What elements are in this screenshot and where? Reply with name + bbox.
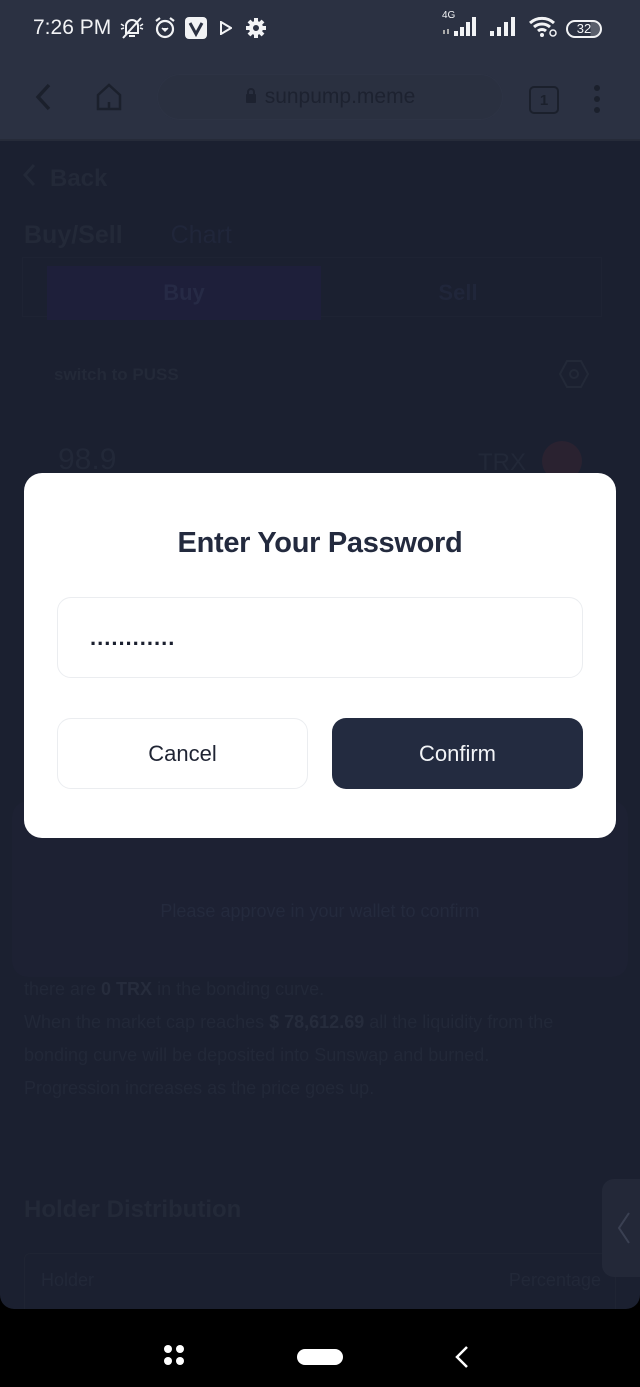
chevron-left-icon xyxy=(22,163,36,194)
browser-back-icon[interactable] xyxy=(34,82,52,117)
alarm-icon xyxy=(153,15,177,41)
slippage-settings-icon[interactable] xyxy=(558,359,590,394)
cancel-button[interactable]: Cancel xyxy=(57,718,308,789)
battery-icon: 32 xyxy=(566,19,602,38)
market-cap-target: $ 78,612.69 xyxy=(269,1012,365,1032)
network-type-label: 4G xyxy=(442,10,456,21)
back-link[interactable]: Back xyxy=(22,163,107,194)
bonding-curve-info: there are 0 TRX in the bonding curve. Wh… xyxy=(24,973,614,1105)
confirm-button[interactable]: Confirm xyxy=(332,718,583,789)
column-header-holder: Holder xyxy=(41,1270,95,1290)
signal-sim1-icon: 4G xyxy=(440,10,480,43)
system-navigation-bar xyxy=(0,1309,640,1387)
battery-level: 32 xyxy=(576,21,592,36)
home-button[interactable] xyxy=(297,1349,343,1365)
info-text: in the bonding curve. xyxy=(152,979,325,999)
amount-input[interactable]: 98.9 xyxy=(58,443,116,477)
wifi-icon xyxy=(528,14,558,43)
browser-home-icon[interactable] xyxy=(95,82,123,117)
buy-segment[interactable]: Buy xyxy=(47,266,321,320)
lock-icon xyxy=(245,85,257,109)
tab-buy-sell[interactable]: Buy/Sell xyxy=(24,221,123,250)
browser-menu-icon[interactable] xyxy=(594,85,600,113)
wallet-approval-message: Please approve in your wallet to confirm xyxy=(160,901,480,921)
tab-chart[interactable]: Chart xyxy=(171,221,232,250)
system-back-icon[interactable] xyxy=(454,1345,470,1374)
password-dialog: Enter Your Password Cancel Confirm xyxy=(24,473,616,838)
signal-sim2-icon xyxy=(488,14,520,43)
switch-token-link[interactable]: switch to PUSS xyxy=(54,365,179,385)
settings-gear-icon xyxy=(245,15,267,41)
info-text: Progression increases as the price goes … xyxy=(24,1078,375,1098)
address-bar[interactable]: sunpump.meme xyxy=(157,74,503,120)
play-icon xyxy=(220,15,232,41)
chevron-left-icon xyxy=(617,1212,630,1244)
recents-button[interactable] xyxy=(164,1345,184,1365)
sell-segment[interactable]: Sell xyxy=(321,266,595,320)
status-right-group: 4G 32 xyxy=(440,10,602,43)
info-text: there are xyxy=(24,979,102,999)
side-drawer-handle[interactable] xyxy=(602,1179,640,1277)
back-label: Back xyxy=(50,164,108,192)
dialog-title: Enter Your Password xyxy=(177,527,463,559)
buy-sell-toggle: Buy Sell xyxy=(22,257,602,320)
column-header-percentage: Percentage xyxy=(508,1270,601,1290)
holder-table: Holder Percentage xyxy=(24,1253,616,1309)
password-input[interactable] xyxy=(57,597,583,678)
tab-switcher-button[interactable]: 1 xyxy=(529,86,559,114)
v-app-icon xyxy=(185,15,207,41)
notifications-muted-icon xyxy=(118,15,146,41)
status-bar: 7:26 PM 4G 32 xyxy=(0,0,640,58)
browser-toolbar: sunpump.meme 1 xyxy=(0,58,640,141)
status-time: 7:26 PM xyxy=(33,16,112,39)
holder-distribution-title: Holder Distribution xyxy=(24,1196,242,1223)
info-text: When the market cap reaches xyxy=(24,1012,270,1032)
trx-in-curve: 0 TRX xyxy=(101,979,153,999)
url-text: sunpump.meme xyxy=(264,85,416,108)
page-tabs: Buy/Sell Chart xyxy=(24,221,232,250)
